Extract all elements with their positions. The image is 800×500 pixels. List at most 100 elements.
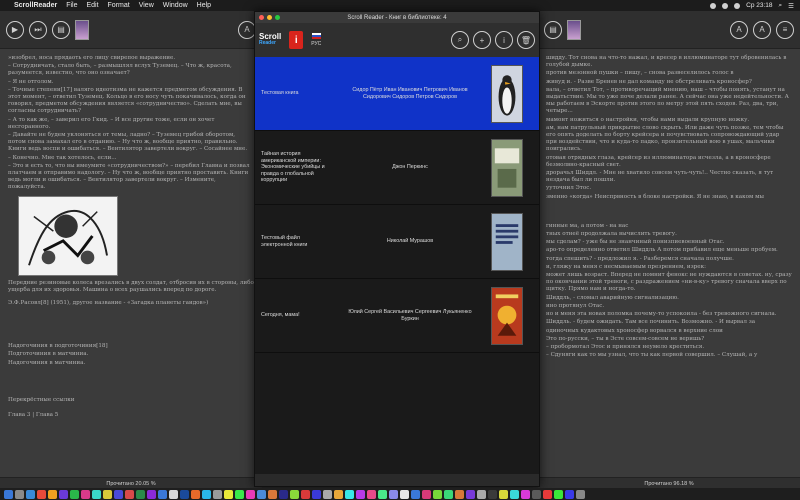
- language-selector[interactable]: РУС: [311, 33, 321, 47]
- app-icon[interactable]: [554, 489, 563, 499]
- book-row[interactable]: Тестовый файл электронной книги Николай …: [255, 205, 539, 279]
- app-icon[interactable]: [521, 489, 530, 499]
- paragraph: может лишь возраст. Вперед не помнит фен…: [546, 272, 792, 293]
- app-icon[interactable]: [565, 489, 574, 499]
- wifi-icon[interactable]: [722, 2, 729, 9]
- app-icon[interactable]: [334, 489, 343, 499]
- app-icon[interactable]: [279, 489, 288, 499]
- app-icon[interactable]: [499, 489, 508, 499]
- launchpad-icon[interactable]: [15, 489, 24, 499]
- app-icon[interactable]: [367, 489, 376, 499]
- menu-window[interactable]: Window: [163, 2, 188, 9]
- app-icon[interactable]: [213, 489, 222, 499]
- paragraph: зменно «когда» Неиспрвность в блоке наст…: [546, 193, 764, 200]
- app-icon[interactable]: [246, 489, 255, 499]
- app-icon[interactable]: [158, 489, 167, 499]
- cover-thumbnail[interactable]: [75, 19, 89, 40]
- app-icon[interactable]: [455, 489, 464, 499]
- book-cover: [491, 212, 523, 271]
- status-icon[interactable]: [710, 2, 717, 9]
- app-icon[interactable]: [224, 489, 233, 499]
- info-button[interactable]: i: [289, 31, 304, 49]
- app-icon[interactable]: [191, 489, 200, 499]
- next-icon[interactable]: ⏭: [29, 20, 47, 39]
- play-icon[interactable]: ▶: [6, 20, 24, 39]
- left-toolbar: ▶ ⏭ ▤ A: [0, 11, 262, 49]
- flag-icon: [311, 33, 321, 39]
- app-icon[interactable]: [81, 489, 90, 499]
- app-icon[interactable]: [422, 489, 431, 499]
- font-larger-icon[interactable]: A: [753, 20, 771, 39]
- book-row[interactable]: Тайная история американской империи: Эко…: [255, 131, 539, 205]
- app-icon[interactable]: [532, 489, 541, 499]
- app-icon[interactable]: [59, 489, 68, 499]
- app-icon[interactable]: [444, 489, 453, 499]
- paragraph: »изобрел, носа прядаоть его лицу свирепо…: [8, 55, 176, 61]
- app-icon[interactable]: [103, 489, 112, 499]
- book-row[interactable]: Сегодня, мама! Юлий Сергей Васильевич Се…: [255, 279, 539, 353]
- app-icon[interactable]: [268, 489, 277, 499]
- app-icon[interactable]: [323, 489, 332, 499]
- paragraph: шидду. Тот снова на что-то нажал, и крес…: [546, 55, 787, 69]
- app-icon[interactable]: [147, 489, 156, 499]
- safari-icon[interactable]: [26, 489, 35, 499]
- app-icon[interactable]: [477, 489, 486, 499]
- app-icon[interactable]: [312, 489, 321, 499]
- add-icon[interactable]: +: [473, 31, 491, 49]
- paragraph: отовая отрядных глаза, крейсер из иллюми…: [546, 154, 771, 168]
- menu-icon[interactable]: ≡: [776, 20, 794, 39]
- menu-edit[interactable]: Edit: [86, 2, 98, 9]
- book-row[interactable]: Тестовая книга Сидор Пётр Иван Иванович …: [255, 57, 539, 131]
- book-cover: [491, 138, 523, 197]
- app-icon[interactable]: [114, 489, 123, 499]
- app-icon[interactable]: [202, 489, 211, 499]
- app-icon[interactable]: [136, 489, 145, 499]
- app-icon[interactable]: [543, 489, 552, 499]
- menu-file[interactable]: File: [66, 2, 77, 9]
- menu-icon[interactable]: ☰: [788, 2, 794, 10]
- app-icon[interactable]: [125, 489, 134, 499]
- menu-view[interactable]: View: [139, 2, 154, 9]
- library-tools: ⌕ + i 🗑: [451, 31, 535, 49]
- book-author: Юлий Сергей Васильевич Сергеевич Лукьяне…: [348, 309, 472, 322]
- delete-icon[interactable]: 🗑: [517, 31, 535, 49]
- menu-format[interactable]: Format: [108, 2, 130, 9]
- app-icon[interactable]: [356, 489, 365, 499]
- app-icon[interactable]: [92, 489, 101, 499]
- app-icon[interactable]: [345, 489, 354, 499]
- menu-help[interactable]: Help: [197, 2, 211, 9]
- paragraph: – Это и есть то, что вы имеумите «сотруд…: [8, 162, 250, 191]
- app-icon[interactable]: [235, 489, 244, 499]
- app-icon[interactable]: [378, 489, 387, 499]
- battery-icon[interactable]: [734, 2, 741, 9]
- paragraph: тных отнеё продолжала вычислить тревогу.: [546, 231, 677, 238]
- app-icon[interactable]: [70, 489, 79, 499]
- clock[interactable]: Ср 23:18: [746, 2, 772, 9]
- app-icon[interactable]: [389, 489, 398, 499]
- book-icon[interactable]: ▤: [52, 20, 70, 39]
- menu-app[interactable]: ScrollReader: [14, 2, 57, 9]
- app-icon[interactable]: [411, 489, 420, 499]
- cover-thumbnail[interactable]: [567, 19, 581, 40]
- app-icon[interactable]: [290, 489, 299, 499]
- app-icon[interactable]: [466, 489, 475, 499]
- search-icon[interactable]: ⌕: [779, 2, 783, 10]
- search-icon[interactable]: ⌕: [451, 31, 469, 49]
- trash-icon[interactable]: [576, 489, 585, 499]
- app-icon[interactable]: [169, 489, 178, 499]
- paragraph: Глава 3 | Глава 5: [8, 412, 59, 419]
- app-icon[interactable]: [257, 489, 266, 499]
- app-icon[interactable]: [488, 489, 497, 499]
- app-icon[interactable]: [180, 489, 189, 499]
- app-icon[interactable]: [433, 489, 442, 499]
- app-icon[interactable]: [400, 489, 409, 499]
- finder-icon[interactable]: [4, 489, 13, 499]
- info-icon[interactable]: i: [495, 31, 513, 49]
- app-icon[interactable]: [37, 489, 46, 499]
- app-icon[interactable]: [510, 489, 519, 499]
- book-icon[interactable]: ▤: [544, 20, 562, 39]
- menu-bar: ScrollReader File Edit Format View Windo…: [0, 0, 800, 11]
- font-smaller-icon[interactable]: A: [730, 20, 748, 39]
- app-icon[interactable]: [301, 489, 310, 499]
- app-icon[interactable]: [48, 489, 57, 499]
